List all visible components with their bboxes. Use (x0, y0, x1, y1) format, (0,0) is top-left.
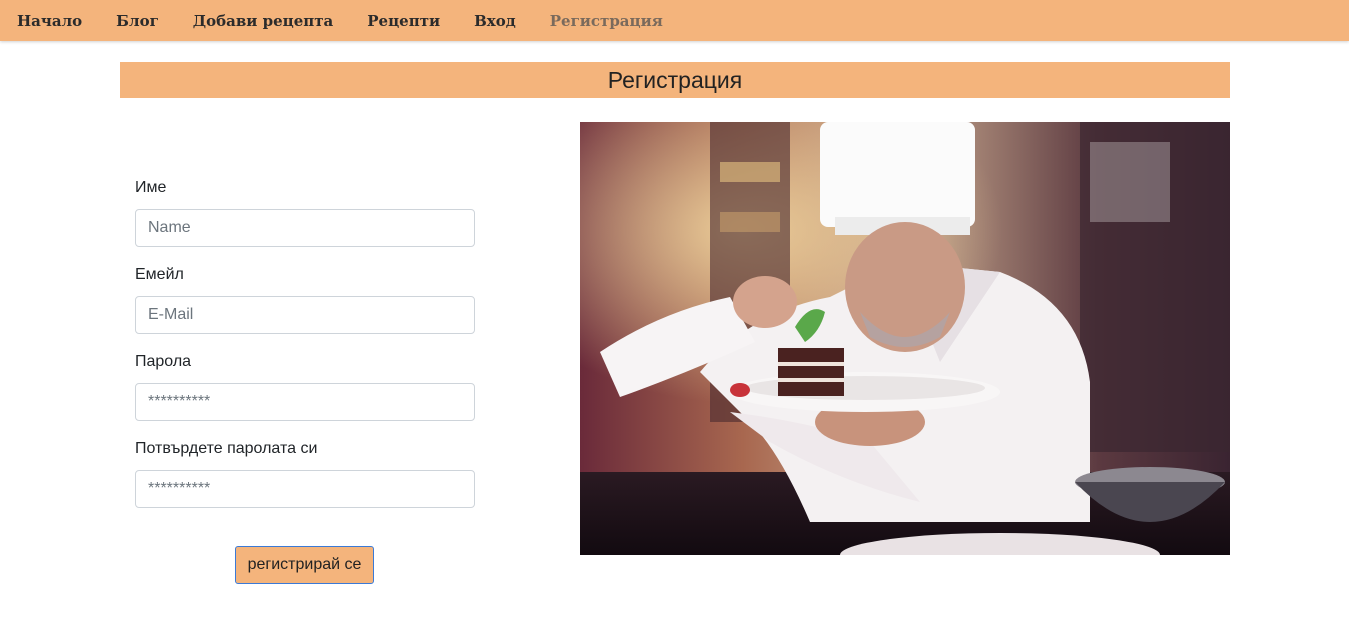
page-title-bar: Регистрация (120, 62, 1230, 98)
nav-link-register[interactable]: Регистрация (550, 12, 663, 30)
email-input[interactable] (135, 296, 475, 334)
register-button[interactable]: регистрирай се (235, 546, 374, 584)
nav-link-login[interactable]: Вход (474, 12, 516, 30)
name-label: Име (135, 179, 167, 196)
confirm-password-label: Потвърдете паролата си (135, 440, 318, 457)
registration-form: Име Емейл Парола Потвърдете паролата си (135, 178, 475, 526)
email-label: Емейл (135, 266, 184, 283)
nav-link-home[interactable]: Начало (17, 12, 82, 30)
nav-link-recipes[interactable]: Рецепти (367, 12, 440, 30)
top-navbar: Начало Блог Добави рецепта Рецепти Вход … (0, 0, 1349, 41)
confirm-password-input[interactable] (135, 470, 475, 508)
password-input[interactable] (135, 383, 475, 421)
name-input[interactable] (135, 209, 475, 247)
chef-plating-cake-photo-icon (580, 122, 1230, 555)
nav-link-add-recipe[interactable]: Добави рецепта (193, 12, 334, 30)
nav-link-blog[interactable]: Блог (116, 12, 159, 30)
password-label: Парола (135, 353, 192, 370)
page-title: Регистрация (607, 66, 743, 93)
chef-photo (580, 122, 1230, 555)
